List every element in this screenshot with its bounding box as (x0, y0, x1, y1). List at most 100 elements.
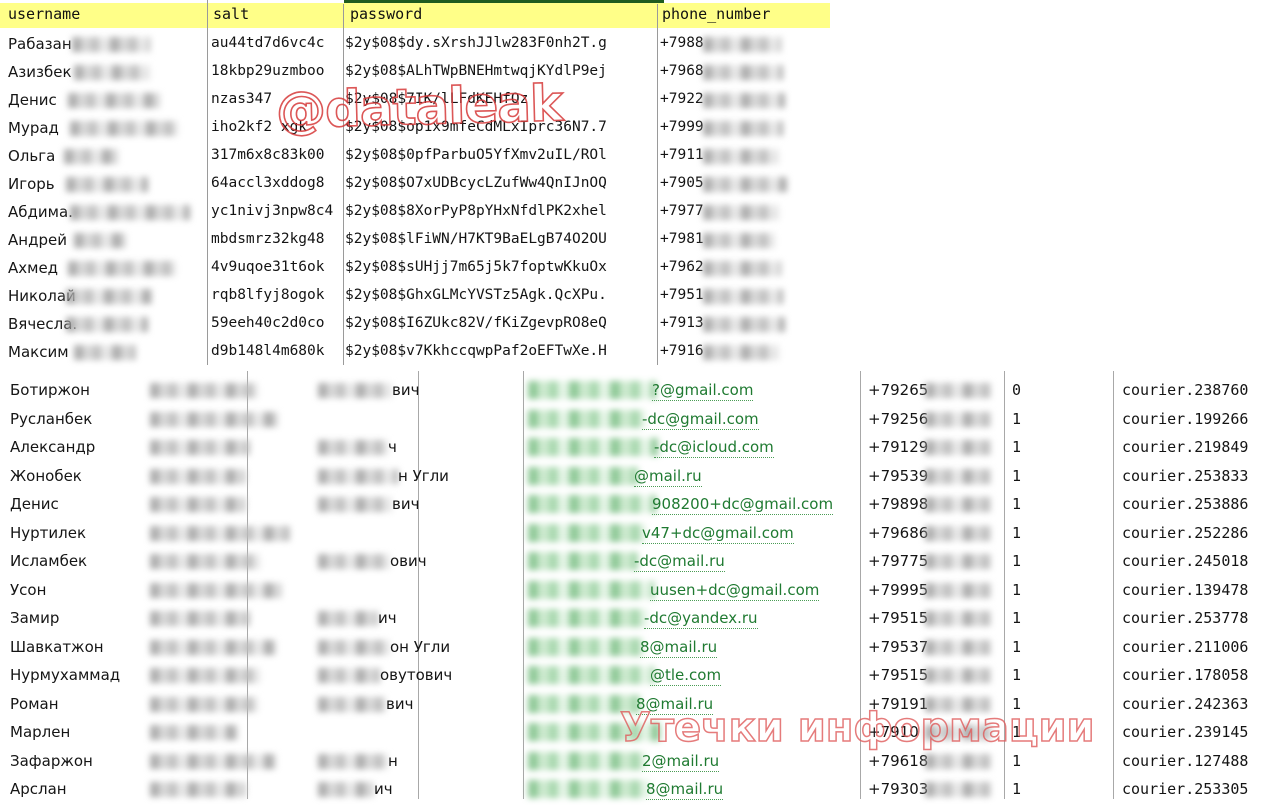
table-row[interactable]: Нурмухаммад овутович @tle.com +79515 1 courie… (0, 662, 1280, 691)
cell-phone: +79515 (868, 666, 929, 684)
table-row[interactable]: Роман вич 8@mail.ru +79191 1 courier.242363 (0, 691, 1280, 720)
cell-salt: d9b148l4m680k (211, 343, 325, 359)
table-row[interactable]: Вячесла. 59eeh40c2d0co $2y$08$I6ZUkc82V/fK… (0, 311, 830, 339)
table-row[interactable]: Мурад iho2kf2 xgk $2y$08$op1x9mfeCdMLxIprc… (0, 115, 830, 143)
redacted-username (68, 261, 176, 276)
redacted-last-name (150, 525, 290, 541)
cell-first-name: Исламбек (10, 552, 88, 570)
redacted-patronymic (318, 753, 388, 769)
table-row[interactable]: Марлен +7910 1 courier.239145 (0, 719, 1280, 748)
cell-active-flag: 1 (1012, 609, 1022, 627)
redacted-phone-number (703, 149, 779, 164)
cell-phone-number: +7999 (660, 119, 704, 135)
cell-email-suffix[interactable]: 2@mail.ru (642, 752, 720, 772)
cell-salt: rqb8lfyj8ogok (211, 287, 325, 303)
cell-username: Мурад (8, 119, 59, 137)
table-row[interactable]: Николай rqb8lfyj8ogok $2y$08$GhxGLMcYVSTz5… (0, 283, 830, 311)
cell-email-suffix[interactable]: 908200+dc@gmail.com (652, 495, 834, 515)
column-header-phone-number[interactable]: phone_number (662, 5, 770, 23)
cell-salt: iho2kf2 xgk (211, 119, 308, 135)
cell-phone-number: +7905 (660, 175, 704, 191)
redacted-email (528, 466, 638, 485)
redacted-phone (925, 696, 991, 712)
table-row[interactable]: Денис вич 908200+dc@gmail.com +79898 1 courie… (0, 491, 1280, 520)
cell-salt: 59eeh40c2d0co (211, 315, 325, 331)
column-header-username[interactable]: username (8, 5, 80, 23)
redacted-phone (925, 468, 991, 484)
redacted-email (528, 694, 640, 713)
table-row[interactable]: Исламбек ович -dc@mail.ru +79775 1 courier.24… (0, 548, 1280, 577)
cell-email-suffix[interactable]: ?@gmail.com (652, 381, 754, 401)
cell-first-name: Замир (10, 609, 60, 627)
redacted-email (528, 723, 660, 741)
cell-first-name: Нуртилек (10, 523, 87, 542)
table-row[interactable]: Нуртилек v47+dc@gmail.com +79686 1 courier.2… (0, 520, 1280, 549)
cell-email-suffix[interactable]: @mail.ru (634, 467, 702, 487)
redacted-email (528, 438, 658, 456)
column-header-password[interactable]: password (350, 5, 422, 23)
redacted-phone (925, 639, 991, 655)
table-row[interactable]: Шавкатжон он Угли 8@mail.ru +79537 1 courier.… (0, 634, 1280, 663)
redacted-last-name (150, 611, 250, 626)
cell-salt: 4v9uqoe31t6ok (211, 259, 325, 275)
cell-email-suffix[interactable]: -dc@mail.ru (634, 552, 725, 572)
cell-active-flag: 1 (1012, 723, 1022, 741)
redacted-phone (925, 668, 991, 683)
table-row[interactable]: Денис nzas347 $2y$08$7IK/lLFdKEHfOz +7922 (0, 87, 830, 115)
redacted-patronymic (318, 611, 378, 626)
table-row[interactable]: Арслан ич 8@mail.ru +79303 1 courier.253305 (0, 776, 1280, 805)
redacted-username (68, 93, 160, 108)
table-row[interactable]: Ахмед 4v9uqoe31t6ok $2y$08$sUHjj7m65j5k7fo… (0, 255, 830, 283)
redacted-last-name (150, 639, 276, 655)
cell-active-flag: 1 (1012, 466, 1022, 485)
cell-patronymic-suffix: ч (388, 438, 397, 456)
cell-courier-id: courier.178058 (1122, 666, 1249, 684)
table-row[interactable]: Жонобек н Угли @mail.ru +79539 1 courier.2538… (0, 463, 1280, 492)
table-row[interactable]: Максим d9b148l4m680k $2y$08$v7KkhccqwpPaf2… (0, 339, 830, 367)
cell-email-suffix[interactable]: v47+dc@gmail.com (642, 524, 794, 544)
table-row[interactable]: Ольга 317m6x8c83k00 $2y$08$0pfParbuO5YfXmv… (0, 143, 830, 171)
cell-email-suffix[interactable]: 8@mail.ru (636, 695, 714, 715)
cell-patronymic-suffix: ович (390, 552, 427, 570)
cell-courier-id: courier.253778 (1122, 609, 1249, 627)
cell-email-suffix[interactable]: -dc@gmail.com (642, 410, 759, 430)
redacted-patronymic (318, 668, 380, 683)
cell-email-suffix[interactable]: -dc@icloud.com (654, 438, 774, 458)
cell-first-name: Шавкатжон (10, 637, 104, 656)
cell-first-name: Арслан (10, 780, 67, 798)
cell-active-flag: 1 (1012, 580, 1022, 599)
redacted-username (66, 177, 148, 192)
cell-salt: nzas347 (211, 91, 273, 107)
cell-first-name: Жонобек (10, 466, 82, 485)
cell-email-suffix[interactable]: @tle.com (650, 666, 722, 686)
redacted-last-name (150, 497, 246, 512)
cell-first-name: Денис (10, 495, 59, 513)
cell-first-name: Марлен (10, 723, 71, 741)
cell-email-suffix[interactable]: -dc@yandex.ru (644, 609, 758, 629)
table-row[interactable]: Усон uusen+dc@gmail.com +79995 1 courier.139… (0, 577, 1280, 606)
redacted-email (528, 552, 638, 570)
cell-patronymic-suffix: н (388, 751, 398, 770)
table-row[interactable]: Азизбек 18kbp29uzmboo $2y$08$ALhTWpBNEHmtw… (0, 59, 830, 87)
table-row[interactable]: Абдима. yc1nivj3npw8c4 $2y$08$8XorPyP8pYHx… (0, 199, 830, 227)
table-row[interactable]: Александр ч -dc@icloud.com +79129 1 courier.2… (0, 434, 1280, 463)
table-row[interactable]: Зафаржон н 2@mail.ru +79618 1 courier.127488 (0, 748, 1280, 777)
cell-email-suffix[interactable]: 8@mail.ru (640, 638, 718, 658)
cell-first-name: Русланбек (10, 409, 93, 428)
table-row[interactable]: Андрей mbdsmrz32kg48 $2y$08$lFiWN/H7KT9BaE… (0, 227, 830, 255)
table-row[interactable]: Игорь 64accl3xddog8 $2y$08$O7xUDBcycLZufWw… (0, 171, 830, 199)
cell-email-suffix[interactable]: 8@mail.ru (646, 780, 724, 800)
redacted-username (70, 205, 190, 220)
table-row[interactable]: Русланбек -dc@gmail.com +79256 1 courier.199… (0, 406, 1280, 435)
column-header-salt[interactable]: salt (213, 5, 249, 23)
cell-email-suffix[interactable]: uusen+dc@gmail.com (650, 581, 820, 601)
table-row[interactable]: Ботиржон вич ?@gmail.com +79265 0 courier.238… (0, 377, 1280, 406)
table-row[interactable]: Рабазан au44td7d6vc4c $2y$08$dy.sXrshJJlw2… (0, 31, 830, 59)
cell-password: $2y$08$dy.sXrshJJlw283F0nh2T.g (345, 35, 607, 51)
redacted-phone-number (703, 37, 781, 52)
cell-first-name: Роман (10, 694, 59, 713)
table-row[interactable]: Замир ич -dc@yandex.ru +79515 1 courier.25377… (0, 605, 1280, 634)
redacted-phone (925, 725, 991, 740)
cell-password: $2y$08$I6ZUkc82V/fKiZgevpRO8eQ (345, 315, 607, 331)
redacted-phone-number (703, 121, 783, 136)
